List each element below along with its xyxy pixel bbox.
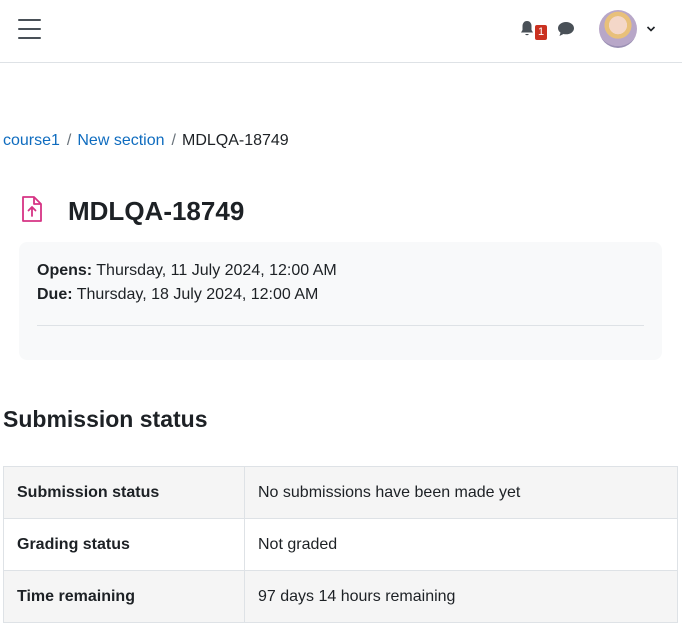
row-value: Not graded [244,518,678,571]
assignment-upload-icon [22,196,42,222]
breadcrumb-link-course[interactable]: course1 [3,132,60,149]
row-label: Submission status [3,466,245,519]
due-value: Thursday, 18 July 2024, 12:00 AM [76,286,319,303]
row-value: No submissions have been made yet [244,466,678,519]
table-row: Submission status No submissions have be… [3,466,678,519]
breadcrumb-current: MDLQA-18749 [181,132,289,149]
user-avatar[interactable] [599,10,637,48]
breadcrumb: course1 / New section / MDLQA-18749 [3,131,289,151]
submission-status-table: Submission status No submissions have be… [3,466,678,623]
table-row: Grading status Not graded [3,518,678,571]
bell-icon[interactable] [519,20,535,37]
opens-value: Thursday, 11 July 2024, 12:00 AM [96,262,337,279]
opens-date: Opens: Thursday, 11 July 2024, 12:00 AM [37,261,337,281]
top-navbar: 1 [0,0,682,63]
due-date: Due: Thursday, 18 July 2024, 12:00 AM [37,285,318,305]
menu-toggle-button[interactable] [18,19,41,39]
breadcrumb-link-section[interactable]: New section [77,132,164,149]
notification-count-badge: 1 [535,25,547,40]
page-title: MDLQA-18749 [68,196,245,226]
opens-label: Opens: [37,262,93,279]
row-label: Time remaining [3,570,245,623]
row-value: 97 days 14 hours remaining [244,570,678,623]
divider [37,325,644,326]
breadcrumb-separator: / [171,132,176,149]
activity-dates: Opens: Thursday, 11 July 2024, 12:00 AM … [19,242,662,360]
hamburger-line [18,37,41,39]
hamburger-line [18,19,41,21]
due-label: Due: [37,286,73,303]
hamburger-line [18,28,41,30]
chevron-down-icon[interactable] [646,24,656,34]
row-label: Grading status [3,518,245,571]
breadcrumb-separator: / [66,132,72,149]
messages-icon[interactable] [557,21,575,37]
table-row: Time remaining 97 days 14 hours remainin… [3,570,678,623]
submission-status-heading: Submission status [3,406,208,432]
